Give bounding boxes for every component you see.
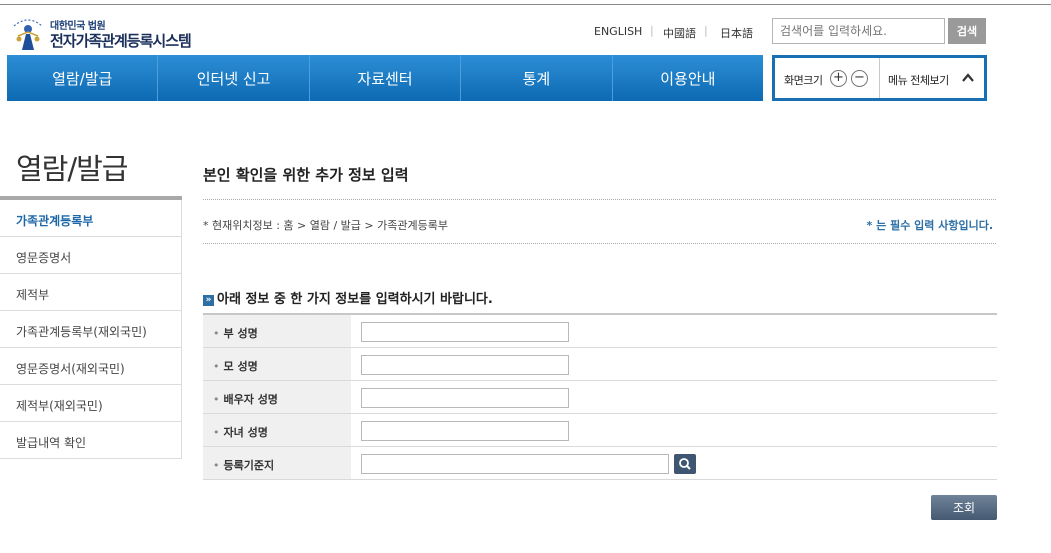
field-label: • 배우자 성명 [203,381,351,413]
search-icon [679,458,691,470]
arrow-bullet-icon: » [203,295,214,306]
field-label-text: 부 성명 [223,327,258,340]
bullet-icon: • [213,426,220,439]
section-title: » 아래 정보 중 한 가지 정보를 입력하시기 바랍니다. [203,288,493,307]
sidebar-item-family-register-overseas[interactable]: 가족관계등록부(재외국민) [0,311,182,348]
sidebar-item-english-certificate[interactable]: 영문증명서 [0,237,182,274]
address-search-button[interactable] [674,454,696,474]
sidebar-item-family-register[interactable]: 가족관계등록부 [0,200,182,237]
zoom-in-button[interactable]: + [830,70,847,87]
father-name-input[interactable] [361,322,569,342]
form-row-child: • 자녀 성명 [203,414,997,447]
field-label-text: 배우자 성명 [223,393,278,406]
lang-link-japanese[interactable]: 日本語 [720,25,753,41]
sidebar-item-removed-register[interactable]: 제적부 [0,274,182,311]
field-label-text: 모 성명 [223,360,258,373]
form-row-spouse: • 배우자 성명 [203,381,997,414]
field-label-text: 등록기준지 [223,459,275,472]
nav-item-view-issue[interactable]: 열람/발급 [7,55,159,101]
nav-item-resource-center[interactable]: 자료센터 [310,55,462,101]
bullet-icon: • [213,393,220,406]
form-row-registration-base: • 등록기준지 [203,447,997,480]
nav-item-internet-report[interactable]: 인터넷 신고 [158,55,310,101]
lang-link-english[interactable]: ENGLISH [594,25,642,38]
nav-item-statistics[interactable]: 통계 [461,55,613,101]
zoom-out-button[interactable]: − [851,70,868,87]
court-emblem-icon [13,19,43,50]
required-note: * 는 필수 입력 사항입니다. [866,219,993,232]
section-title-text: 아래 정보 중 한 가지 정보를 입력하시기 바랍니다. [217,292,493,307]
submit-button[interactable]: 조회 [931,495,997,520]
lang-link-chinese[interactable]: 中國語 [663,25,696,41]
site-logo[interactable]: 대한민국 법원 전자가족관계등록시스템 [8,12,208,52]
sidebar-title: 열람/발급 [16,152,128,186]
field-label-text: 자녀 성명 [223,426,268,439]
sidebar-item-removed-register-overseas[interactable]: 제적부(재외국민) [0,385,182,422]
main-nav: 열람/발급 인터넷 신고 자료센터 통계 이용안내 [7,55,763,101]
field-label: • 등록기준지 [203,447,351,479]
title-divider [203,199,996,200]
registration-base-input[interactable] [361,454,669,474]
spouse-name-input[interactable] [361,388,569,408]
search-button[interactable]: 검색 [948,18,986,44]
menu-all-button[interactable]: 메뉴 전체보기 [888,72,949,88]
top-border [0,4,1051,5]
logo-title: 전자가족관계등록시스템 [50,32,192,50]
lang-separator: | [650,24,654,37]
sidebar-item-english-certificate-overseas[interactable]: 영문증명서(재외국민) [0,348,182,385]
sidebar-item-issue-history[interactable]: 발급내역 확인 [0,422,182,459]
bullet-icon: • [213,459,220,472]
screen-size-label: 화면크기 [784,74,823,87]
breadcrumb: * 현재위치정보 : 홈 > 열람 / 발급 > 가족관계등록부 [203,219,448,232]
breadcrumb-divider [203,243,996,244]
field-label: • 부 성명 [203,315,351,347]
field-label: • 모 성명 [203,348,351,380]
form-row-father: • 부 성명 [203,315,997,348]
mother-name-input[interactable] [361,355,569,375]
chevron-up-icon[interactable] [961,71,975,85]
bullet-icon: • [213,327,220,340]
screen-tools: 화면크기 + − 메뉴 전체보기 [772,55,987,101]
search-input[interactable] [772,18,945,44]
field-label: • 자녀 성명 [203,414,351,446]
bullet-icon: • [213,360,220,373]
nav-item-guide[interactable]: 이용안내 [613,55,763,101]
info-form: • 부 성명 • 모 성명 • 배우자 성명 • 자녀 성명 • 등록기준지 [203,313,997,480]
tools-divider [879,58,880,98]
form-row-mother: • 모 성명 [203,348,997,381]
page-title: 본인 확인을 위한 추가 정보 입력 [203,166,409,184]
child-name-input[interactable] [361,421,569,441]
lang-separator: | [704,24,708,37]
